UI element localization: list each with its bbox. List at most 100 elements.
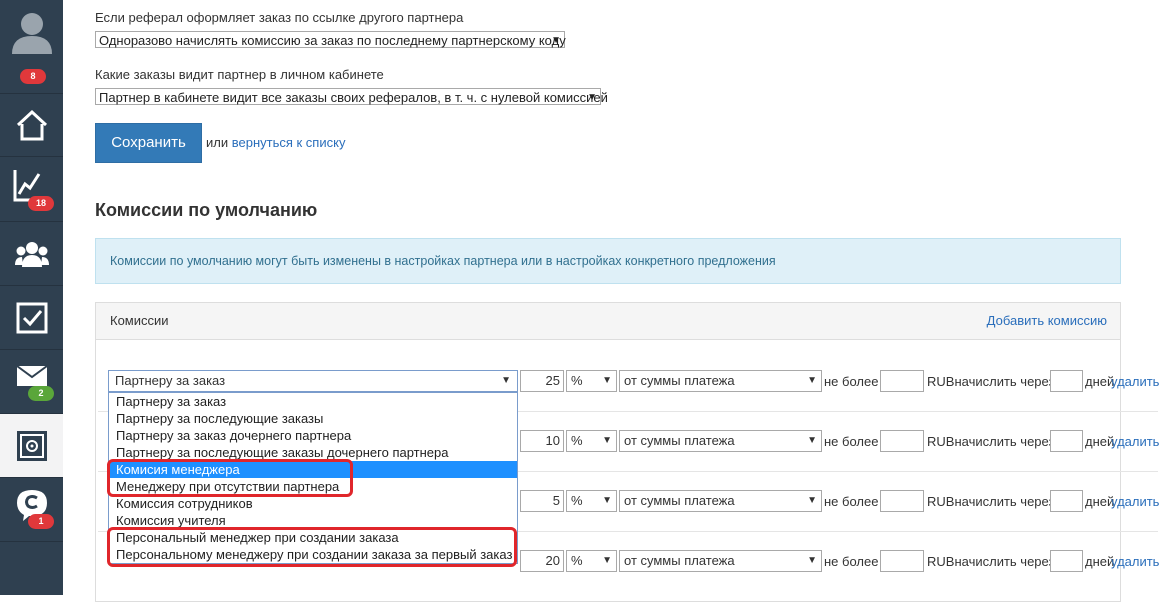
commission-unit-value: % [571, 553, 583, 568]
days-label: дней [1085, 374, 1115, 389]
sidebar-profile[interactable]: 8 [0, 0, 63, 94]
sidebar-item-tasks[interactable] [0, 286, 63, 350]
commission-base-value: от суммы платежа [624, 553, 735, 568]
not-more-label: не более [824, 434, 879, 449]
not-more-label: не более [824, 554, 879, 569]
delete-commission-link[interactable]: удалить [1111, 374, 1159, 389]
commission-type-option[interactable]: Менеджеру при отсутствии партнера [109, 478, 517, 495]
commission-unit-value: % [571, 433, 583, 448]
commission-type-options: Партнеру за заказ Партнеру за последующие… [108, 392, 518, 564]
commission-unit-select[interactable]: % ▼ [566, 490, 617, 512]
orders-visibility-select[interactable]: Партнер в кабинете видит все заказы свои… [95, 88, 608, 105]
commission-base-select[interactable]: от суммы платежа ▼ [619, 430, 822, 452]
group-icon [14, 241, 49, 267]
days-input[interactable] [1050, 430, 1083, 452]
or-text: или [206, 135, 229, 150]
sidebar-item-mail[interactable]: 2 [0, 350, 63, 414]
section-title: Комиссии по умолчанию [95, 200, 318, 220]
commission-base-select[interactable]: от суммы платежа ▼ [619, 490, 822, 512]
commission-unit-select[interactable]: % ▼ [566, 550, 617, 572]
commission-type-select[interactable]: Партнеру за заказ ▼ [108, 370, 518, 392]
dropdown-arrow-icon: ▼ [602, 495, 612, 506]
dropdown-arrow-icon: ▼ [602, 375, 612, 386]
max-amount-input[interactable] [880, 430, 924, 452]
panel-header: Комиссии Добавить комиссию [96, 303, 1120, 340]
chat-badge: 1 [28, 514, 54, 529]
commission-type-option[interactable]: Партнеру за заказ дочернего партнера [109, 427, 517, 444]
commission-type-option[interactable]: Комисия менеджера [109, 461, 517, 478]
commission-type-option[interactable]: Комиссия сотрудников [109, 495, 517, 512]
stats-badge: 18 [28, 196, 54, 211]
max-amount-input[interactable] [880, 550, 924, 572]
sidebar-item-finance[interactable] [0, 414, 63, 478]
commission-type-option[interactable]: Партнеру за заказ [109, 393, 517, 410]
referral-order-value: Одноразово начислять комиссию за заказ п… [99, 33, 566, 48]
sidebar-item-partners[interactable] [0, 222, 63, 286]
days-label: дней [1085, 494, 1115, 509]
commission-unit-value: % [571, 493, 583, 508]
back-to-list-link[interactable]: вернуться к списку [232, 135, 346, 150]
commission-value-input[interactable]: 20 [520, 550, 564, 572]
orders-visibility-label: Какие заказы видит партнер в личном каби… [95, 67, 384, 82]
dropdown-arrow-icon: ▼ [587, 92, 597, 103]
sidebar-item-stats[interactable]: 18 [0, 157, 63, 222]
delete-commission-link[interactable]: удалить [1111, 554, 1159, 569]
commission-type-value: Партнеру за заказ [115, 373, 226, 388]
referral-order-label: Если реферал оформляет заказ по ссылке д… [95, 10, 464, 25]
profile-badge: 8 [20, 69, 46, 84]
accrue-after-label: RUBначислить через [927, 494, 1055, 509]
commission-base-select[interactable]: от суммы платежа ▼ [619, 550, 822, 572]
dropdown-arrow-icon: ▼ [501, 375, 511, 386]
days-input[interactable] [1050, 490, 1083, 512]
commission-unit-value: % [571, 373, 583, 388]
dropdown-arrow-icon: ▼ [807, 495, 817, 506]
commission-base-value: от суммы платежа [624, 433, 735, 448]
dropdown-arrow-icon: ▼ [602, 555, 612, 566]
accrue-after-label: RUBначислить через [927, 434, 1055, 449]
commission-type-option[interactable]: Персональный менеджер при создании заказ… [109, 529, 517, 546]
commission-value-input[interactable]: 25 [520, 370, 564, 392]
delete-commission-link[interactable]: удалить [1111, 494, 1159, 509]
commission-type-option[interactable]: Партнеру за последующие заказы [109, 410, 517, 427]
commission-type-option[interactable]: Комиссия учителя [109, 512, 517, 529]
accrue-after-label: RUBначислить через [927, 554, 1055, 569]
delete-commission-link[interactable]: удалить [1111, 434, 1159, 449]
orders-visibility-value: Партнер в кабинете видит все заказы свои… [99, 90, 608, 105]
days-label: дней [1085, 554, 1115, 569]
not-more-label: не более [824, 494, 879, 509]
home-icon [16, 109, 47, 141]
sidebar-item-support[interactable]: 1 [0, 478, 63, 542]
commission-type-option[interactable]: Партнеру за последующие заказы дочернего… [109, 444, 517, 461]
mail-badge: 2 [28, 386, 54, 401]
not-more-label: не более [824, 374, 879, 389]
save-button[interactable]: Сохранить [95, 123, 202, 163]
sidebar: 8 18 2 1 [0, 0, 63, 595]
dropdown-arrow-icon: ▼ [807, 375, 817, 386]
commission-base-value: от суммы платежа [624, 493, 735, 508]
commission-unit-select[interactable]: % ▼ [566, 370, 617, 392]
accrue-after-label: RUBначислить через [927, 374, 1055, 389]
days-input[interactable] [1050, 370, 1083, 392]
dropdown-arrow-icon: ▼ [602, 435, 612, 446]
safe-icon [16, 430, 47, 461]
commission-base-select[interactable]: от суммы платежа ▼ [619, 370, 822, 392]
days-label: дней [1085, 434, 1115, 449]
commission-base-value: от суммы платежа [624, 373, 735, 388]
commission-value-input[interactable]: 5 [520, 490, 564, 512]
commission-unit-select[interactable]: % ▼ [566, 430, 617, 452]
max-amount-input[interactable] [880, 370, 924, 392]
referral-order-select[interactable]: Одноразово начислять комиссию за заказ п… [95, 31, 566, 48]
commission-value-input[interactable]: 10 [520, 430, 564, 452]
user-icon [11, 13, 52, 54]
max-amount-input[interactable] [880, 490, 924, 512]
info-alert: Комиссии по умолчанию могут быть изменен… [95, 238, 1121, 284]
dropdown-arrow-icon: ▼ [807, 435, 817, 446]
add-commission-link[interactable]: Добавить комиссию [987, 313, 1107, 328]
back-link-wrapper: или вернуться к списку [206, 135, 345, 150]
checkbox-icon [16, 302, 47, 333]
commission-type-option[interactable]: Персональному менеджеру при создании зак… [109, 546, 517, 563]
panel-title: Комиссии [110, 313, 169, 328]
days-input[interactable] [1050, 550, 1083, 572]
mail-icon [15, 365, 48, 386]
sidebar-item-home[interactable] [0, 94, 63, 157]
